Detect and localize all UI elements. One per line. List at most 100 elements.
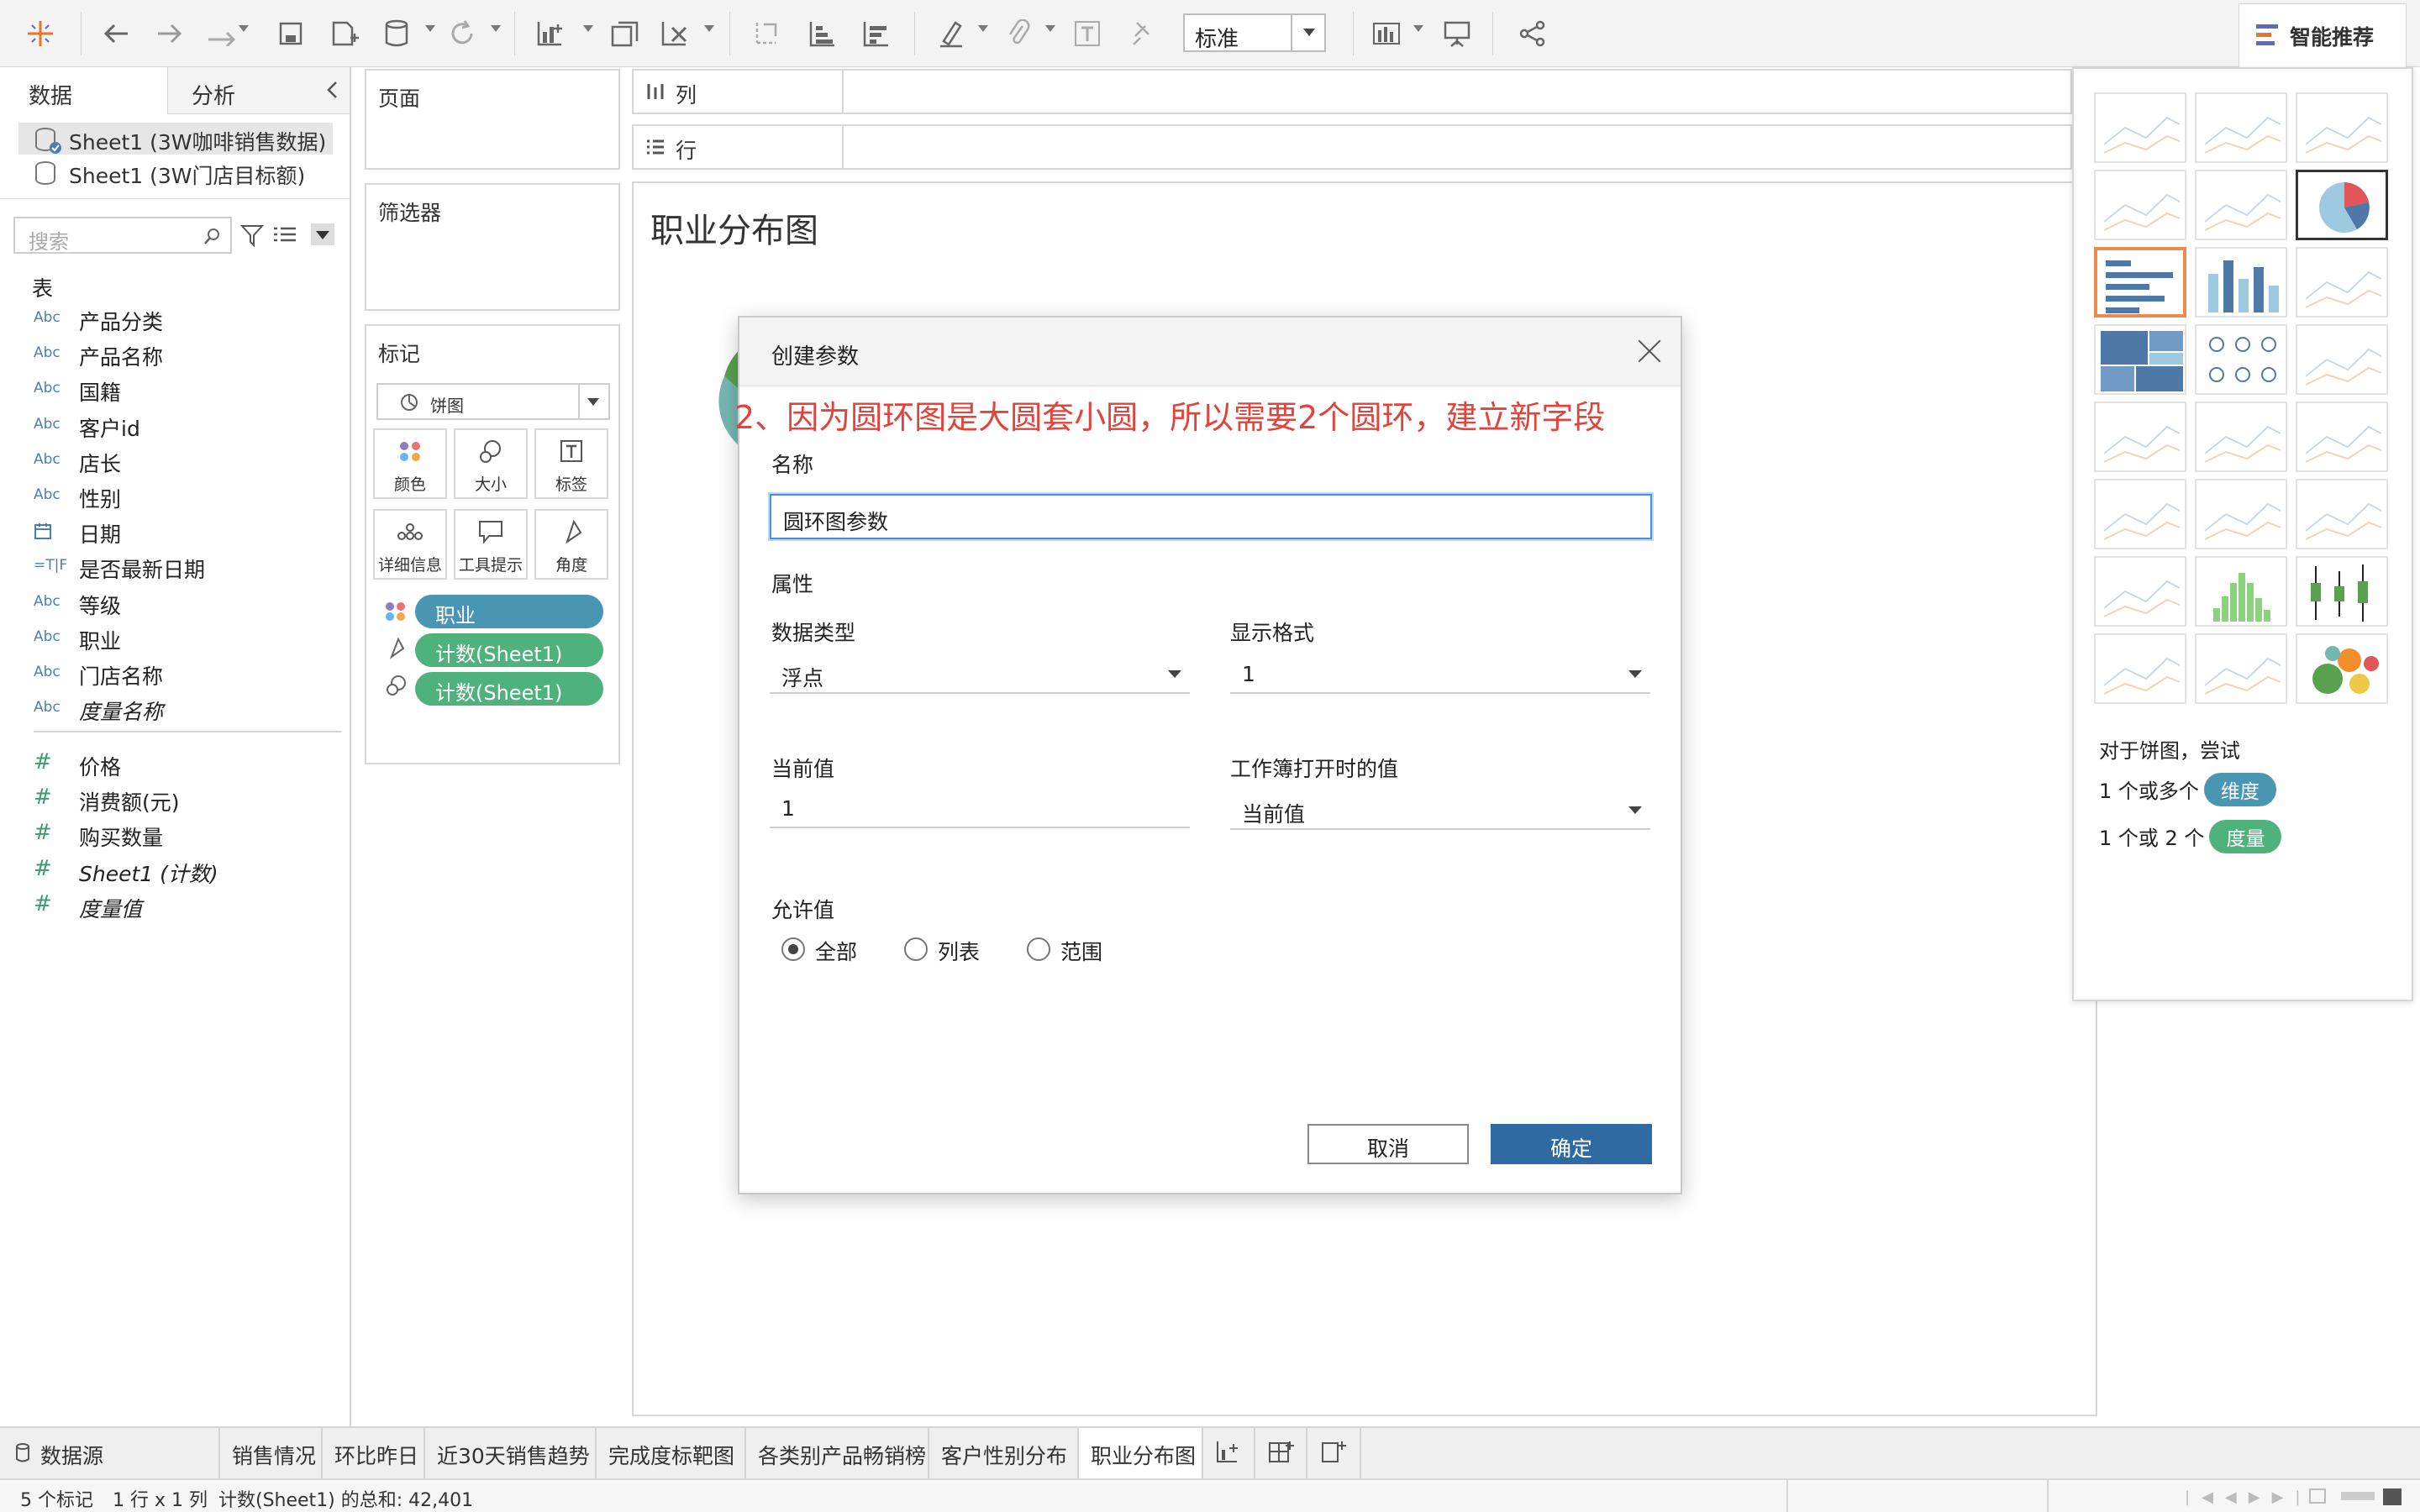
tooltip-button[interactable]: 工具提示 — [454, 509, 528, 580]
show-me-horizontal-bars[interactable] — [2094, 247, 2186, 318]
clear-sheet-icon[interactable] — [659, 17, 692, 50]
rows-shelf[interactable]: 行 — [632, 124, 2072, 170]
show-me-packed-bubbles[interactable] — [2296, 633, 2388, 704]
highlight-icon[interactable] — [934, 17, 968, 50]
tab-day-over-day[interactable]: 环比昨日 — [323, 1428, 425, 1478]
mark-type-select[interactable]: 饼图 — [376, 383, 610, 420]
new-dashboard-tab[interactable] — [1255, 1428, 1307, 1478]
chevron-down-icon[interactable] — [1291, 15, 1324, 50]
swap-rows-columns-icon[interactable] — [750, 17, 783, 50]
tab-data[interactable]: 数据 — [0, 67, 168, 114]
radio-range[interactable]: 范围 — [1027, 936, 1102, 966]
new-story-tab[interactable] — [1307, 1428, 1361, 1478]
datasource-icon[interactable] — [380, 17, 413, 50]
show-me-histogram[interactable] — [2195, 556, 2287, 627]
show-me-symbol-map[interactable] — [2094, 170, 2186, 240]
show-me-treemap[interactable] — [2094, 324, 2186, 395]
show-me-heat-map[interactable] — [2195, 92, 2287, 163]
new-worksheet-icon[interactable] — [534, 17, 568, 50]
tab-category-bestsellers[interactable]: 各类别产品畅销榜 — [746, 1428, 929, 1478]
size-button[interactable]: 大小 — [454, 428, 528, 499]
share-icon[interactable] — [1516, 17, 1549, 50]
field-name: 店长 — [79, 451, 122, 476]
angle-button[interactable]: 角度 — [534, 509, 608, 580]
columns-shelf[interactable]: 列 — [632, 69, 2072, 114]
view-size-select[interactable]: 标准 — [1183, 13, 1326, 52]
show-me-dual-combination[interactable] — [2296, 479, 2388, 549]
pill-occupation-color[interactable]: 职业 — [415, 595, 603, 628]
show-me-area-discrete[interactable] — [2195, 479, 2287, 549]
group-clip-icon[interactable] — [1002, 17, 1035, 50]
duplicate-sheet-icon[interactable] — [608, 17, 642, 50]
pill-count-size[interactable]: 计数(Sheet1) — [415, 672, 603, 706]
radio-all[interactable]: 全部 — [781, 936, 857, 966]
show-me-circle-view[interactable] — [2195, 324, 2287, 395]
tab-bullet-chart[interactable]: 完成度标靶图 — [597, 1428, 746, 1478]
new-datasource-icon[interactable] — [328, 17, 361, 50]
show-me-hint-title: 对于饼图，尝试 — [2099, 739, 2240, 763]
show-me-tab[interactable]: 智能推荐 — [2238, 3, 2407, 67]
tab-analysis[interactable]: 分析 — [168, 67, 350, 114]
color-button[interactable]: 颜色 — [373, 428, 447, 499]
new-worksheet-tab[interactable] — [1203, 1428, 1255, 1478]
redo-icon[interactable] — [153, 17, 187, 50]
show-me-scatter-plot[interactable] — [2094, 556, 2186, 627]
show-me-box-and-whisker[interactable] — [2296, 556, 2388, 627]
display-format-select[interactable]: 1 — [1230, 652, 1650, 694]
filter-icon[interactable] — [240, 223, 264, 247]
radio-list[interactable]: 列表 — [904, 936, 980, 966]
show-me-bullet-graph[interactable] — [2195, 633, 2287, 704]
refresh-icon[interactable] — [445, 17, 479, 50]
show-me-side-by-side-bars[interactable] — [2296, 247, 2388, 318]
show-me-line-continuous[interactable] — [2094, 402, 2186, 472]
undo-icon[interactable] — [99, 17, 133, 50]
show-me-filled-map[interactable] — [2195, 170, 2287, 240]
show-me-stacked-bars[interactable] — [2195, 247, 2287, 318]
tab-30day-trend[interactable]: 近30天销售趋势 — [425, 1428, 597, 1478]
field-search-input[interactable]: 搜索 — [13, 217, 232, 254]
tab-sales[interactable]: 销售情况 — [220, 1428, 323, 1478]
label-button[interactable]: 标签 — [534, 428, 608, 499]
zoom-slider[interactable] — [2341, 1492, 2375, 1500]
grid-view-icon[interactable] — [2309, 1488, 2326, 1504]
hint-dimension-count: 1 个或多个 — [2099, 780, 2199, 803]
show-labels-icon[interactable] — [1071, 17, 1104, 50]
show-me-gantt-chart[interactable] — [2094, 633, 2186, 704]
save-icon[interactable] — [274, 17, 308, 50]
sort-ascending-icon[interactable] — [805, 17, 839, 50]
show-me-line-discrete[interactable] — [2195, 402, 2287, 472]
detail-button[interactable]: 详细信息 — [373, 509, 447, 580]
datasource-store-target[interactable]: Sheet1 (3W门店目标额) — [18, 156, 305, 188]
view-options-button[interactable] — [272, 223, 338, 249]
ok-button[interactable]: 确定 — [1491, 1124, 1652, 1164]
show-me-dual-lines[interactable] — [2296, 402, 2388, 472]
pill-count-angle[interactable]: 计数(Sheet1) — [415, 633, 603, 667]
datasource-coffee-sales[interactable]: Sheet1 (3W咖啡销售数据) — [18, 123, 333, 155]
redirect-icon[interactable] — [205, 17, 239, 50]
show-me-side-by-side-circles[interactable] — [2296, 324, 2388, 395]
show-cards-icon[interactable] — [1370, 17, 1403, 50]
sort-descending-icon[interactable] — [859, 17, 892, 50]
presentation-mode-icon[interactable] — [1440, 17, 1474, 50]
show-me-highlight-table[interactable] — [2296, 92, 2388, 163]
close-icon[interactable] — [1637, 338, 1662, 363]
show-me-pie-chart[interactable] — [2296, 170, 2388, 240]
workbook-open-select[interactable]: 当前值 — [1230, 788, 1650, 830]
columns-icon — [647, 84, 664, 99]
fix-axes-icon[interactable] — [1124, 17, 1158, 50]
tab-occupation-distribution[interactable]: 职业分布图 — [1079, 1428, 1203, 1478]
tableau-logo-icon[interactable] — [24, 17, 57, 50]
show-me-text-table[interactable] — [2094, 92, 2186, 163]
page-nav-arrows-icon[interactable]: |◀◀▶▶| — [2185, 1488, 2312, 1506]
cancel-button[interactable]: 取消 — [1307, 1124, 1469, 1164]
parameter-name-input[interactable]: 圆环图参数 — [770, 494, 1652, 539]
current-value-input[interactable]: 1 — [770, 786, 1190, 828]
fit-view-icon[interactable] — [2383, 1488, 2402, 1505]
tab-gender-distribution[interactable]: 客户性别分布 — [929, 1428, 1079, 1478]
filters-shelf[interactable]: 筛选器 — [365, 183, 620, 311]
tab-datasource[interactable]: 数据源 — [0, 1428, 220, 1478]
show-me-area-continuous[interactable] — [2094, 479, 2186, 549]
pages-shelf[interactable]: 页面 — [365, 69, 620, 170]
collapse-pane-icon[interactable] — [326, 81, 338, 99]
data-type-select[interactable]: 浮点 — [770, 652, 1190, 694]
